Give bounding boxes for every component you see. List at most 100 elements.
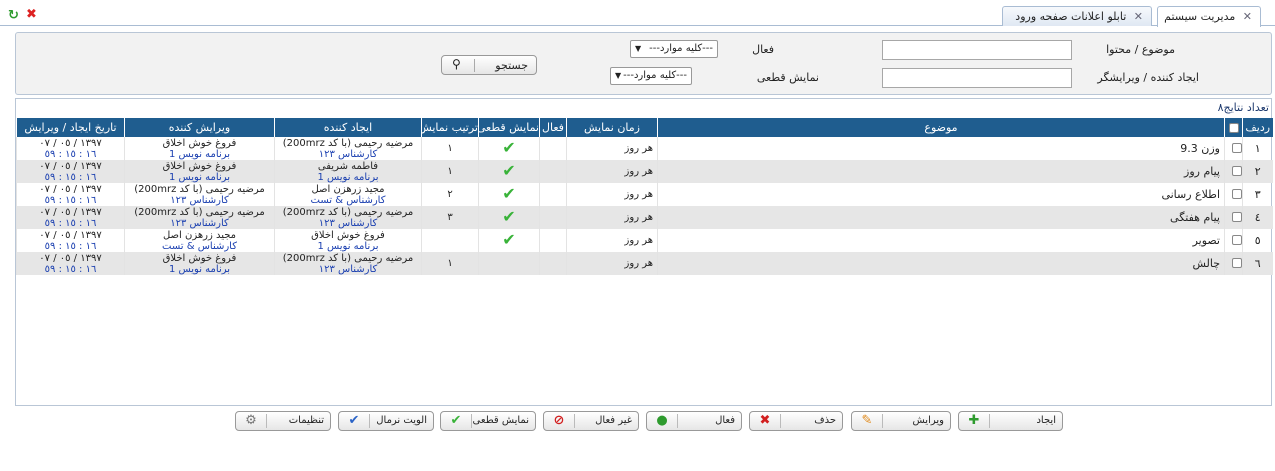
- row-editor: مرضیه رحیمی (با کد 200mrz) کارشناس ١٢٣: [124, 206, 275, 229]
- normal-priority-button[interactable]: الویت نرمال ✔: [338, 411, 434, 431]
- row-active: [539, 229, 567, 252]
- row-subject[interactable]: اطلاع رسانی: [657, 183, 1225, 206]
- editor-name: مجید زرهزن اصل: [162, 229, 237, 241]
- table-row[interactable]: ٢ پیام روز هر روز ✔ ١ فاطمه شریفی برنامه نویس …: [16, 160, 1273, 183]
- delete-button[interactable]: حذف ✖: [749, 411, 843, 431]
- editor-role: برنامه نویس 1: [168, 263, 231, 275]
- creator-role: کارشناس ١٢٣: [318, 217, 378, 229]
- row-checkbox[interactable]: [1224, 183, 1243, 206]
- row-number: ٥: [1242, 229, 1273, 252]
- creator-name: فاطمه شریفی: [317, 160, 379, 172]
- active-select[interactable]: ▼ ---کلیه موارد---: [630, 40, 718, 58]
- create-label: ایجاد: [1036, 415, 1056, 426]
- creator-role: کارشناس ١٢٣: [318, 148, 378, 160]
- row-final: [478, 252, 540, 275]
- table-row[interactable]: ٤ پیام هفتگی هر روز ✔ ٣ مرضیه رحیمی (با کد 20…: [16, 206, 1273, 229]
- close-tab-icon[interactable]: ✕: [1243, 10, 1252, 23]
- dropdown-arrow-icon: ▼: [615, 71, 622, 80]
- final-show-button[interactable]: نمایش قطعی ✔: [440, 411, 536, 431]
- row-show-time: هر روز: [566, 252, 658, 275]
- editor-name: فروغ خوش اخلاق: [162, 252, 237, 264]
- col-active[interactable]: فعال: [539, 118, 567, 137]
- col-row[interactable]: ردیف: [1242, 118, 1273, 137]
- editor-role: برنامه نویس 1: [168, 171, 231, 183]
- separator: [471, 414, 472, 428]
- create-button[interactable]: ایجاد ✚: [958, 411, 1063, 431]
- row-checkbox[interactable]: [1224, 229, 1243, 252]
- row-active: [539, 137, 567, 160]
- select-all-checkbox[interactable]: [1224, 118, 1243, 137]
- dropdown-arrow-icon: ▼: [635, 44, 642, 53]
- time-value: ١٦ : ١٥ : ٥٩: [44, 148, 97, 160]
- row-checkbox[interactable]: [1224, 160, 1243, 183]
- creator-name: مرضیه رحیمی (با کد 200mrz): [282, 137, 414, 149]
- editor-role: کارشناس ١٢٣: [170, 217, 229, 229]
- row-subject[interactable]: پیام روز: [657, 160, 1225, 183]
- row-checkbox[interactable]: [1224, 137, 1243, 160]
- creator-input[interactable]: [882, 68, 1072, 88]
- checkmark-icon: ✔: [502, 206, 516, 226]
- table-row[interactable]: ٥ تصویر هر روز ✔ فروغ خوش اخلاق برنامه نویس 1…: [16, 229, 1273, 252]
- row-number: ٤: [1242, 206, 1273, 229]
- row-active: [539, 160, 567, 183]
- col-order[interactable]: ترتیب نمایش: [421, 118, 479, 137]
- col-show-time[interactable]: زمان نمایش: [566, 118, 658, 137]
- editor-name: مرضیه رحیمی (با کد 200mrz): [134, 183, 265, 195]
- deactivate-button[interactable]: غیر فعال ⊘: [543, 411, 639, 431]
- row-order: [421, 229, 479, 252]
- refresh-icon[interactable]: ↻: [8, 8, 19, 23]
- row-checkbox[interactable]: [1224, 252, 1243, 275]
- row-date: ١٣٩٧ / ٠٥ / ٠٧ ١٦ : ١٥ : ٥٩: [16, 206, 125, 229]
- separator: [369, 414, 370, 428]
- tab-system-management[interactable]: ✕ مدیریت سیستم: [1157, 6, 1261, 27]
- table-row[interactable]: ٦ چالش هر روز ١ مرضیه رحیمی (با کد 200mrz) کا…: [16, 252, 1273, 275]
- tab-label: تابلو اعلانات صفحه ورود: [1015, 10, 1127, 23]
- final-label: نمایش قطعی: [756, 71, 819, 84]
- subject-label: موضوع / محتوا: [1106, 43, 1175, 56]
- close-tab-icon[interactable]: ✕: [1134, 10, 1143, 23]
- row-subject[interactable]: تصویر: [657, 229, 1225, 252]
- search-button[interactable]: جستجو ⚲: [441, 55, 537, 75]
- separator: [266, 414, 267, 428]
- row-show-time: هر روز: [566, 206, 658, 229]
- row-number: ١: [1242, 137, 1273, 160]
- tab-login-notice-board[interactable]: ✕ تابلو اعلانات صفحه ورود: [1002, 6, 1152, 26]
- col-creator[interactable]: ایجاد کننده: [274, 118, 422, 137]
- edit-button[interactable]: ویرایش ✎: [851, 411, 951, 431]
- filter-panel: موضوع / محتوا ایجاد کننده / ویرایشگر فعا…: [15, 32, 1272, 95]
- settings-label: تنظیمات: [288, 415, 324, 426]
- editor-name: مرضیه رحیمی (با کد 200mrz): [134, 206, 265, 218]
- subject-input[interactable]: [882, 40, 1072, 60]
- row-show-time: هر روز: [566, 229, 658, 252]
- row-checkbox[interactable]: [1224, 206, 1243, 229]
- row-date: ١٣٩٧ / ٠٥ / ٠٧ ١٦ : ١٥ : ٥٩: [16, 183, 125, 206]
- checkmark-icon: ✔: [502, 137, 516, 157]
- final-show-label: نمایش قطعی: [472, 415, 529, 426]
- final-select-value: ---کلیه موارد---: [623, 70, 687, 81]
- col-date[interactable]: تاریخ ایجاد / ویرایش: [16, 118, 125, 137]
- row-editor: فروغ خوش اخلاق برنامه نویس 1: [124, 160, 275, 183]
- final-select[interactable]: ▼ ---کلیه موارد---: [610, 67, 692, 85]
- row-final: ✔: [478, 183, 540, 206]
- deactivate-label: غیر فعال: [595, 415, 632, 426]
- activate-button[interactable]: فعال ●: [646, 411, 742, 431]
- col-subject[interactable]: موضوع: [657, 118, 1225, 137]
- table-row[interactable]: ٣ اطلاع رسانی هر روز ✔ ٢ مجید زرهزن اصل کارشنا…: [16, 183, 1273, 206]
- row-subject[interactable]: پیام هفتگی: [657, 206, 1225, 229]
- col-final[interactable]: نمایش قطعی: [478, 118, 540, 137]
- check-circle-icon: ●: [656, 413, 668, 428]
- row-subject[interactable]: وزن 9.3: [657, 137, 1225, 160]
- active-label: فعال: [752, 43, 774, 56]
- row-editor: فروغ خوش اخلاق برنامه نویس 1: [124, 137, 275, 160]
- col-editor[interactable]: ویرایش کننده: [124, 118, 275, 137]
- creator-name: مرضیه رحیمی (با کد 200mrz): [282, 206, 414, 218]
- search-button-label: جستجو: [495, 59, 528, 72]
- date-value: ١٣٩٧ / ٠٥ / ٠٧: [39, 206, 102, 218]
- row-creator: مجید زرهزن اصل کارشناس & تست: [274, 183, 422, 206]
- close-window-icon[interactable]: ✖: [26, 7, 37, 22]
- checkmark-icon: ✔: [502, 183, 516, 203]
- row-subject[interactable]: چالش: [657, 252, 1225, 275]
- checkmark-icon: ✔: [502, 229, 516, 249]
- table-row[interactable]: ١ وزن 9.3 هر روز ✔ ١ مرضیه رحیمی (با کد 200mr…: [16, 137, 1273, 160]
- settings-button[interactable]: تنظیمات ⚙: [235, 411, 331, 431]
